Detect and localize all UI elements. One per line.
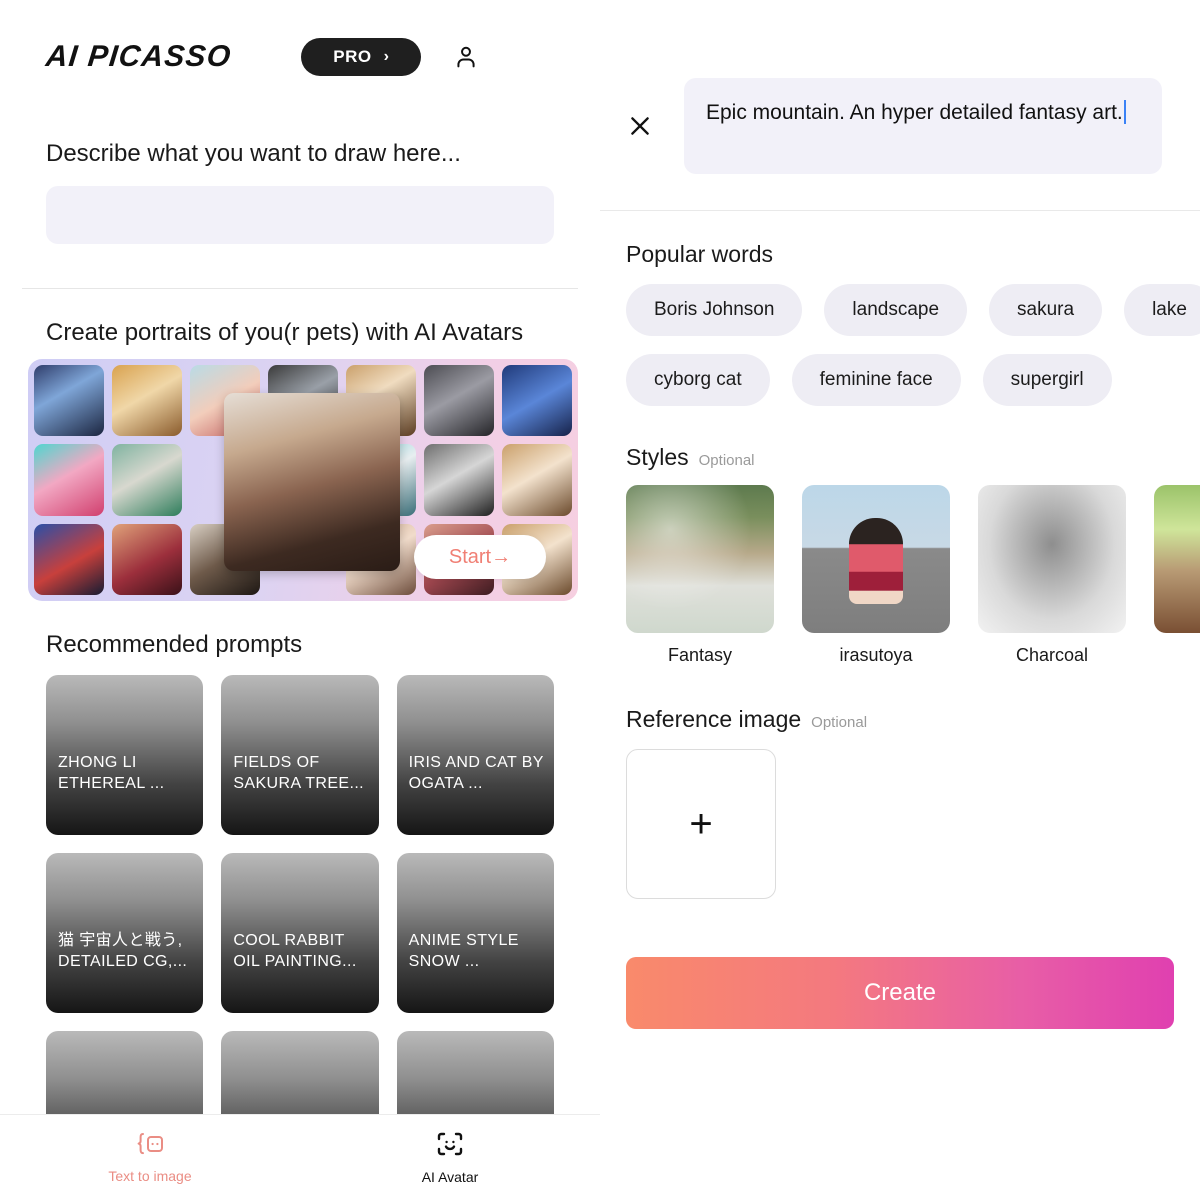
style-option[interactable]: irasutoya (802, 485, 950, 666)
style-option[interactable]: 3D (1154, 485, 1200, 666)
prompt-card[interactable]: ANIME STYLE SNOW ... (396, 853, 554, 1013)
avatar-thumb (424, 365, 494, 437)
popular-word-chip[interactable]: feminine face (791, 354, 961, 406)
prompt-card[interactable]: ZHONG LI ETHEREAL ... (46, 675, 204, 835)
text-cursor (1123, 100, 1126, 124)
popular-word-chip[interactable]: supergirl (982, 354, 1112, 406)
style-thumbnail (626, 485, 774, 633)
pro-button[interactable]: PRO › (301, 38, 422, 76)
app-root: AI PICASSO PRO › Describe what you want … (0, 0, 1200, 1200)
prompt-card-label: FIELDS OF SAKURA TREE... (233, 753, 365, 793)
text-to-image-icon (135, 1131, 165, 1162)
avatars-title: Create portraits of you(r pets) with AI … (46, 319, 524, 346)
popular-words-row-1[interactable]: Boris Johnson landscape sakura lake (626, 284, 1200, 336)
right-panel: Epic mountain. An hyper detailed fantasy… (600, 0, 1200, 1200)
recommended-section: Recommended prompts ZHONG LI ETHEREAL ..… (0, 631, 600, 1191)
nav-label-text-to-image: Text to image (108, 1168, 192, 1184)
prompt-input-value: Epic mountain. An hyper detailed fantasy… (706, 101, 1123, 124)
avatar-thumb (34, 365, 104, 437)
prompt-card-label: ZHONG LI ETHEREAL ... (58, 753, 165, 793)
chevron-right-icon: › (383, 48, 390, 65)
styles-title-text: Styles (626, 444, 689, 470)
prompt-input[interactable]: Epic mountain. An hyper detailed fantasy… (684, 78, 1162, 174)
avatar-thumb (502, 444, 572, 516)
avatar-thumb (112, 365, 182, 437)
reference-image-title: Reference image Optional (626, 706, 1174, 733)
popular-word-chip[interactable]: Boris Johnson (626, 284, 803, 336)
prompt-card[interactable]: COOL RABBIT OIL PAINTING... (221, 853, 379, 1013)
recommended-title: Recommended prompts (46, 631, 303, 658)
prompt-divider (600, 210, 1200, 211)
section-divider (22, 288, 578, 289)
nav-label-ai-avatar: AI Avatar (421, 1169, 479, 1185)
popular-word-chip[interactable]: sakura (989, 284, 1103, 336)
pro-button-label: PRO (333, 47, 372, 66)
popular-word-chip[interactable]: lake (1124, 284, 1200, 336)
avatars-start-button[interactable]: Start→ (414, 535, 546, 579)
nav-item-ai-avatar[interactable]: AI Avatar (300, 1130, 600, 1185)
reference-image-add-button[interactable]: + (626, 749, 776, 899)
prompt-card-label: ANIME STYLE SNOW ... (408, 931, 519, 971)
avatar-thumb (34, 444, 104, 516)
popular-word-chip[interactable]: landscape (824, 284, 968, 336)
style-thumbnail (1154, 485, 1200, 633)
avatar-thumb (112, 523, 182, 595)
prompt-editor-row: Epic mountain. An hyper detailed fantasy… (600, 0, 1200, 174)
person-icon[interactable] (451, 42, 481, 72)
prompt-card[interactable]: IRIS AND CAT BY OGATA ... (396, 675, 554, 835)
ai-avatars-banner[interactable]: Start→ (28, 359, 578, 601)
popular-words-row-2[interactable]: cyborg cat feminine face supergirl (626, 354, 1174, 406)
popular-words-title: Popular words (626, 241, 1174, 268)
prompt-card[interactable]: 猫 宇宙人と戦う, DETAILED CG,... (46, 853, 204, 1013)
style-label: Charcoal (1015, 645, 1089, 665)
styles-optional-label: Optional (698, 452, 755, 469)
avatars-section: Create portraits of you(r pets) with AI … (0, 319, 600, 347)
style-label: irasutoya (839, 645, 913, 665)
bottom-navigation: Text to image AI Avatar (0, 1114, 600, 1200)
reference-optional-label: Optional (811, 714, 868, 731)
popular-word-chip[interactable]: cyborg cat (626, 354, 770, 406)
plus-icon: + (689, 802, 713, 846)
avatar-thumb (424, 444, 494, 516)
popular-words-title-text: Popular words (626, 241, 774, 267)
face-scan-icon (435, 1130, 465, 1163)
style-thumbnail (802, 485, 950, 633)
avatar-thumb (112, 444, 182, 516)
app-header: AI PICASSO PRO › (0, 0, 600, 76)
left-content: Describe what you want to draw here... (0, 140, 600, 244)
avatar-thumb (502, 365, 572, 437)
reference-image-title-text: Reference image (626, 706, 802, 732)
styles-carousel[interactable]: Fantasy irasutoya Charcoal 3D (626, 485, 1200, 666)
styles-title: Styles Optional (626, 444, 1174, 471)
app-logo: AI PICASSO (44, 40, 234, 73)
style-label: 3D (1154, 645, 1200, 666)
style-thumbnail (978, 485, 1126, 633)
close-icon[interactable] (624, 110, 656, 142)
describe-title: Describe what you want to draw here... (46, 140, 461, 167)
left-panel: AI PICASSO PRO › Describe what you want … (0, 0, 600, 1200)
create-button[interactable]: Create (626, 957, 1174, 1029)
describe-input[interactable] (46, 186, 554, 244)
style-label: Fantasy (667, 645, 733, 665)
style-option[interactable]: Charcoal (978, 485, 1126, 666)
prompt-card-label: 猫 宇宙人と戦う, DETAILED CG,... (58, 931, 188, 971)
nav-item-text-to-image[interactable]: Text to image (0, 1131, 300, 1184)
right-content: Popular words Boris Johnson landscape sa… (600, 241, 1200, 1029)
prompt-card[interactable]: FIELDS OF SAKURA TREE... (221, 675, 379, 835)
prompt-card-label: IRIS AND CAT BY OGATA ... (408, 753, 544, 793)
featured-avatar-photo (224, 393, 400, 571)
style-option[interactable]: Fantasy (626, 485, 774, 666)
prompt-card-label: COOL RABBIT OIL PAINTING... (233, 931, 357, 971)
avatar-thumb (34, 523, 104, 595)
